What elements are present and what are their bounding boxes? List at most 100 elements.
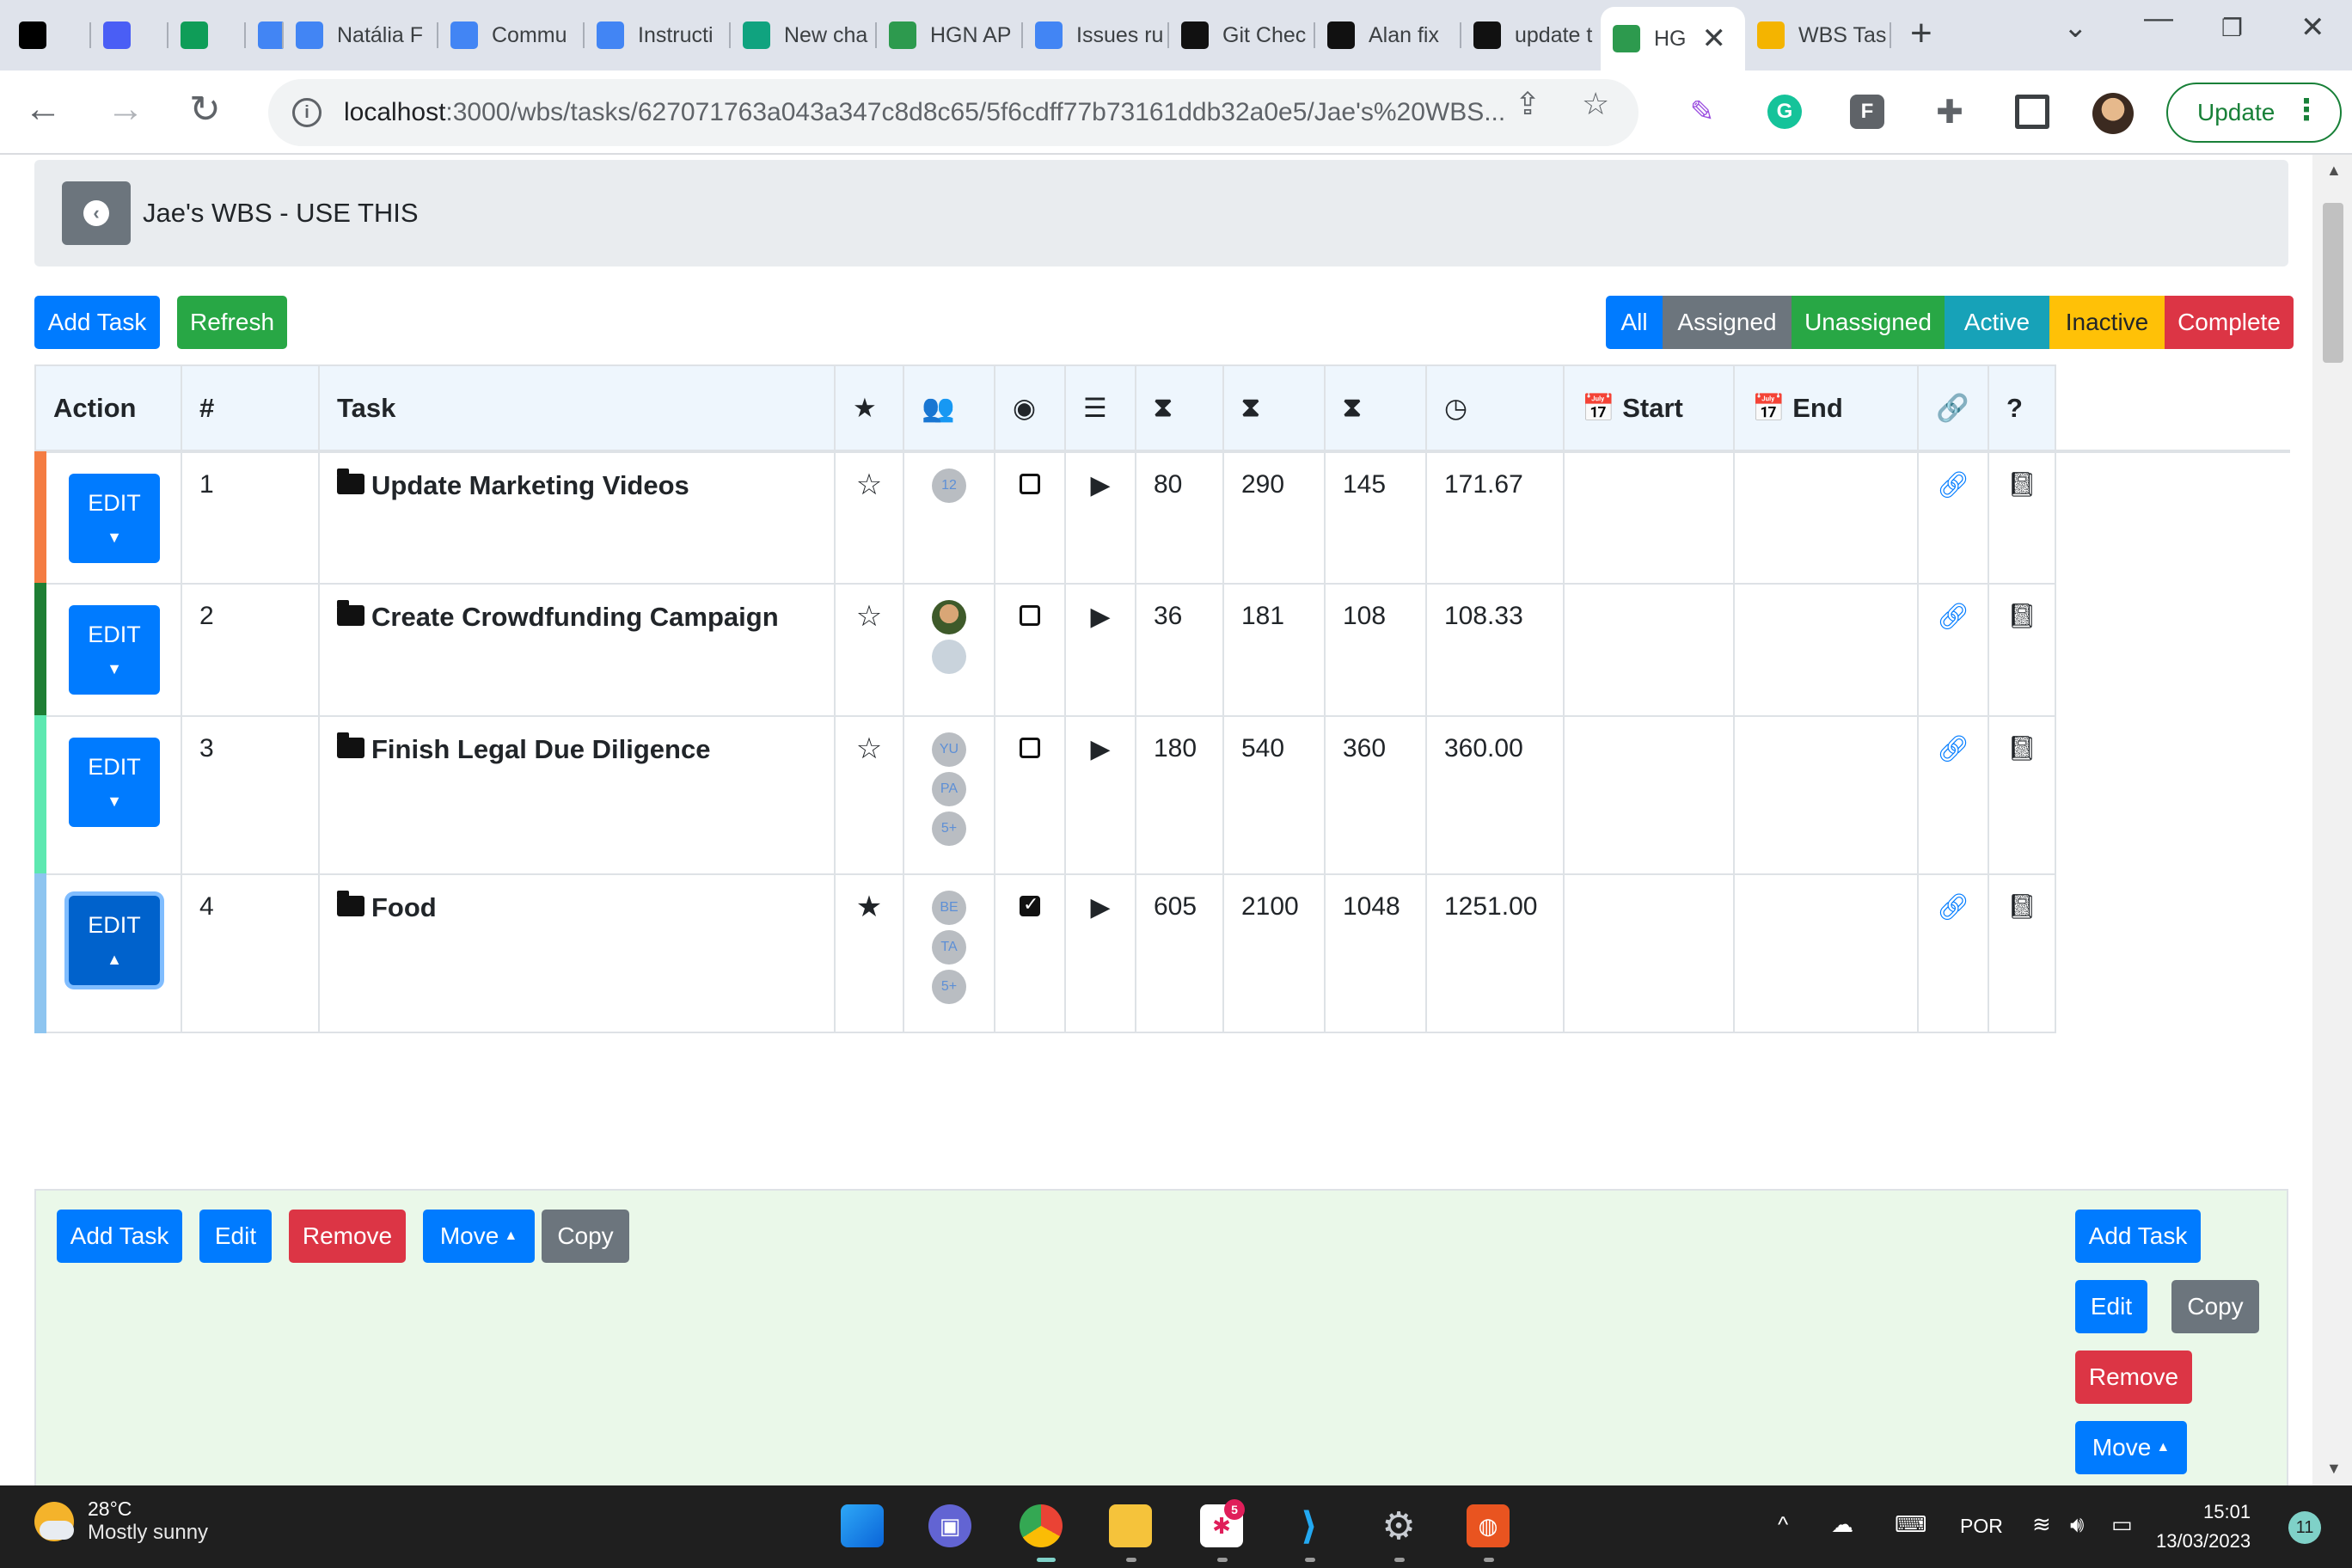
play-icon[interactable]: ▶ <box>1090 893 1110 922</box>
panel-edit-button[interactable]: Edit <box>199 1210 272 1263</box>
refresh-button[interactable]: Refresh <box>177 296 287 349</box>
resource-badge[interactable]: TA <box>932 930 966 965</box>
panel-remove-button[interactable]: Remove <box>289 1210 406 1263</box>
address-bar[interactable]: i localhost:3000/wbs/tasks/627071763a043… <box>268 79 1638 146</box>
profile-avatar[interactable] <box>2092 93 2134 134</box>
star-outline-icon[interactable]: ☆ <box>856 600 882 633</box>
book-icon[interactable]: 📓︎ <box>2006 471 2037 498</box>
browser-tab[interactable] <box>168 9 246 62</box>
browser-tab[interactable]: Git Chec <box>1169 9 1315 62</box>
side-panel-icon[interactable] <box>2015 95 2049 129</box>
vscode-icon[interactable]: ⟩ <box>1288 1504 1331 1547</box>
browser-tab[interactable] <box>246 9 284 62</box>
browser-tab[interactable]: update t <box>1461 9 1601 62</box>
tab-search-icon[interactable]: ⌄ <box>2063 10 2088 45</box>
scroll-down-icon[interactable]: ▼ <box>2326 1460 2342 1478</box>
bookmark-star-icon[interactable]: ☆ <box>1582 86 1609 122</box>
share-icon[interactable]: ⇪ <box>1515 86 1540 122</box>
chrome-icon[interactable] <box>1020 1504 1063 1547</box>
filter-assigned-button[interactable]: Assigned <box>1663 296 1792 349</box>
filter-unassigned-button[interactable]: Unassigned <box>1792 296 1945 349</box>
book-icon[interactable]: 📓︎ <box>2006 735 2037 762</box>
notification-badge[interactable]: 11 <box>2288 1511 2321 1544</box>
forward-arrow-icon[interactable]: → <box>107 88 144 131</box>
onedrive-icon[interactable]: ☁ <box>1831 1511 1853 1538</box>
scroll-thumb[interactable] <box>2323 203 2343 363</box>
restore-button[interactable]: ❐ <box>2221 14 2243 42</box>
assigned-checkbox[interactable] <box>1020 605 1040 626</box>
resource-avatar[interactable] <box>932 640 966 674</box>
close-window-button[interactable]: ✕ <box>2300 10 2325 45</box>
battery-icon[interactable]: ▭ <box>2111 1511 2133 1538</box>
teams-icon[interactable]: ▣ <box>928 1504 971 1547</box>
browser-tab[interactable]: Alan fix <box>1315 9 1461 62</box>
grammarly-extension-icon[interactable]: G <box>1767 95 1802 129</box>
resource-badge[interactable]: 12 <box>932 469 966 503</box>
book-icon[interactable]: 📓︎ <box>2006 603 2037 629</box>
update-chrome-button[interactable]: Update ⋮ <box>2166 83 2342 143</box>
filter-inactive-button[interactable]: Inactive <box>2049 296 2165 349</box>
star-outline-icon[interactable]: ☆ <box>856 469 882 501</box>
task-name-cell[interactable]: Food <box>318 873 836 1033</box>
filter-active-button[interactable]: Active <box>1945 296 2049 349</box>
resource-badge[interactable]: PA <box>932 772 966 806</box>
task-name-cell[interactable]: Update Marketing Videos <box>318 450 836 585</box>
minimize-button[interactable]: — <box>2144 2 2173 35</box>
star-filled-icon[interactable]: ★ <box>856 891 882 923</box>
assigned-checkbox[interactable] <box>1020 738 1040 758</box>
resource-avatar[interactable] <box>932 600 966 634</box>
play-icon[interactable]: ▶ <box>1090 471 1110 499</box>
extensions-puzzle-icon[interactable]: ✚ <box>1932 95 1967 131</box>
reload-icon[interactable]: ↻ <box>189 88 221 132</box>
edit-dropdown-button[interactable]: EDIT ▼ <box>69 738 160 827</box>
browser-tab[interactable]: WBS Tas <box>1745 9 1891 62</box>
browser-tab[interactable]: Commu <box>438 9 585 62</box>
panel-right-copy-button[interactable]: Copy <box>2171 1280 2259 1333</box>
more-menu-icon[interactable]: ⋮ <box>2292 93 2321 127</box>
assigned-checkbox[interactable] <box>1020 893 1040 916</box>
link-icon[interactable]: 🔗︎ <box>1937 893 1969 922</box>
play-icon[interactable]: ▶ <box>1090 735 1110 763</box>
file-explorer-icon[interactable] <box>1109 1504 1152 1547</box>
pen-extension-icon[interactable]: ✎ <box>1685 95 1719 129</box>
system-clock[interactable]: 15:01 13/03/2023 <box>2156 1498 2251 1556</box>
panel-right-move-button[interactable]: Move ▲ <box>2075 1421 2187 1474</box>
panel-add-task-button[interactable]: Add Task <box>57 1210 182 1263</box>
link-icon[interactable]: 🔗︎ <box>1937 471 1969 499</box>
scroll-up-icon[interactable]: ▲ <box>2326 162 2342 180</box>
panel-right-add-task-button[interactable]: Add Task <box>2075 1210 2201 1263</box>
volume-icon[interactable]: 🔊︎ <box>2070 1511 2084 1539</box>
filter-all-button[interactable]: All <box>1606 296 1663 349</box>
settings-gear-icon[interactable]: ⚙ <box>1377 1504 1420 1547</box>
new-tab-button[interactable]: + <box>1910 12 1932 55</box>
task-name-cell[interactable]: Finish Legal Due Diligence <box>318 715 836 875</box>
page-scrollbar[interactable]: ▲ ▼ <box>2312 155 2352 1485</box>
book-icon[interactable]: 📓︎ <box>2006 893 2037 920</box>
browser-tab[interactable]: Instructi <box>585 9 731 62</box>
edit-dropdown-button[interactable]: EDIT ▼ <box>69 605 160 695</box>
browser-tab[interactable]: Natália F <box>284 9 438 62</box>
browser-tab[interactable]: New cha <box>731 9 877 62</box>
panel-move-button[interactable]: Move ▲ <box>423 1210 535 1263</box>
link-icon[interactable]: 🔗︎ <box>1937 735 1969 763</box>
resource-badge[interactable]: 5+ <box>932 970 966 1004</box>
wifi-icon[interactable]: ≋ <box>2032 1511 2051 1538</box>
keyboard-icon[interactable]: ⌨ <box>1895 1511 1927 1538</box>
panel-right-edit-button[interactable]: Edit <box>2075 1280 2147 1333</box>
site-info-icon[interactable]: i <box>292 98 322 127</box>
star-outline-icon[interactable]: ☆ <box>856 732 882 765</box>
play-icon[interactable]: ▶ <box>1090 603 1110 631</box>
browser-tab[interactable]: HG ✕ <box>1601 7 1745 70</box>
assigned-checkbox[interactable] <box>1020 474 1040 494</box>
link-icon[interactable]: 🔗︎ <box>1937 603 1969 631</box>
weather-widget[interactable]: 28°C Mostly sunny <box>34 1498 208 1545</box>
edit-dropdown-button[interactable]: EDIT ▲ <box>69 896 160 985</box>
browser-tab[interactable]: Issues ru <box>1023 9 1169 62</box>
filter-complete-button[interactable]: Complete <box>2165 296 2294 349</box>
browser-tab[interactable] <box>7 9 91 62</box>
add-task-button[interactable]: Add Task <box>34 296 160 349</box>
back-button[interactable]: ‹ <box>62 181 131 245</box>
browser-tab[interactable] <box>91 9 168 62</box>
profile-extension-icon[interactable]: F <box>1850 95 1884 129</box>
ubuntu-icon[interactable]: ◍ <box>1467 1504 1510 1547</box>
